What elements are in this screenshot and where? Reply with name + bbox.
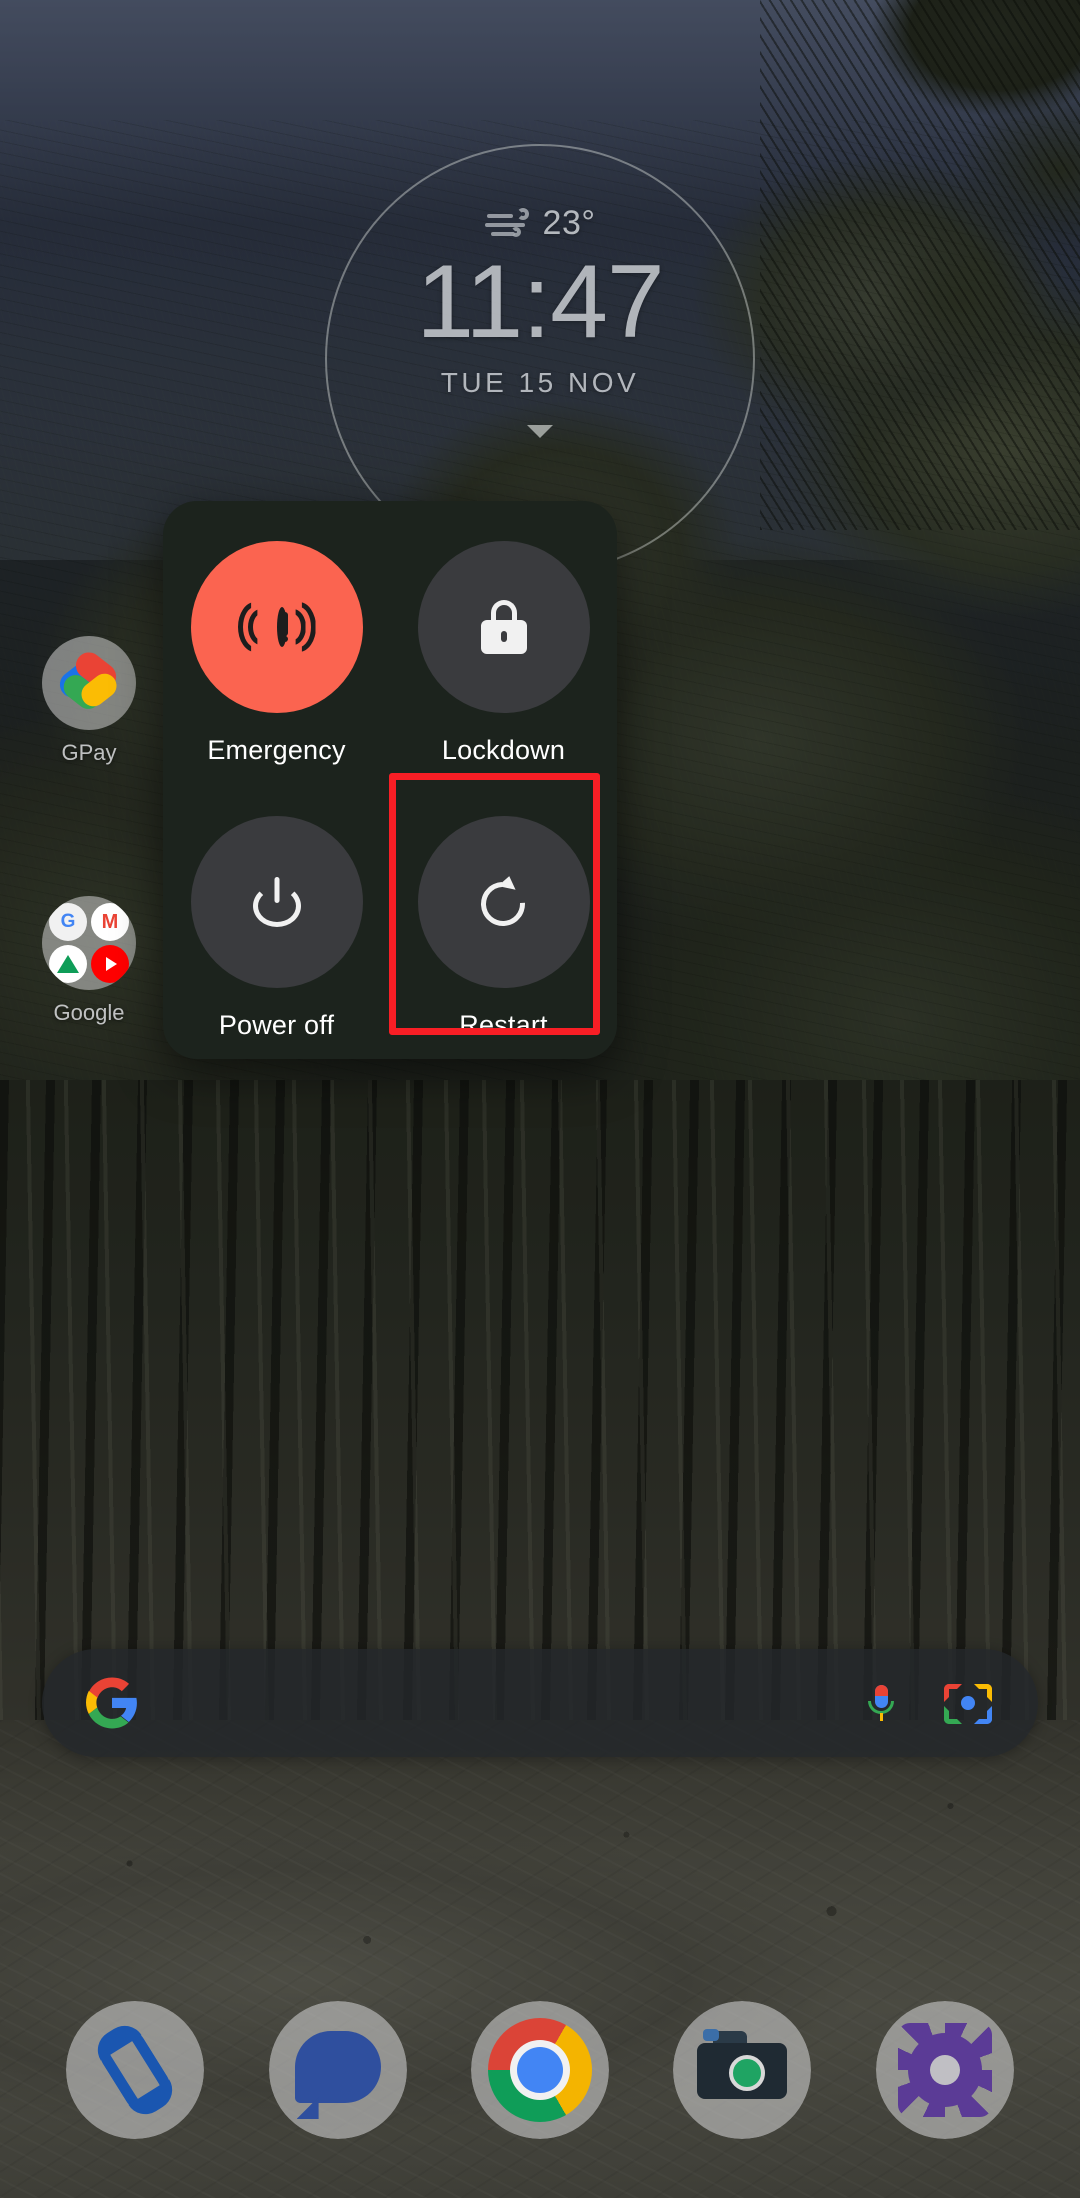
- clock-date: TUE 15 NOV: [440, 367, 640, 399]
- emergency-button[interactable]: [190, 541, 363, 713]
- google-g-icon: [86, 1677, 138, 1729]
- dock-item-phone[interactable]: [66, 2001, 205, 2139]
- search-input[interactable]: [42, 1649, 1038, 1757]
- home-icon-gpay[interactable]: GPay: [14, 636, 164, 766]
- home-icon-google-folder[interactable]: Google: [14, 896, 164, 1026]
- dock-item-messages[interactable]: [268, 2001, 407, 2139]
- power-menu-option-lockdown[interactable]: Lockdown: [390, 541, 617, 784]
- gmail-icon: [91, 903, 129, 941]
- lockdown-button[interactable]: [417, 541, 590, 713]
- dock-item-camera[interactable]: [673, 2001, 812, 2139]
- restart-button[interactable]: [417, 816, 590, 988]
- lock-icon: [480, 600, 527, 654]
- power-menu-option-restart[interactable]: Restart: [390, 816, 617, 1059]
- microphone-icon[interactable]: [866, 1679, 896, 1727]
- power-menu-option-label: Lockdown: [441, 735, 566, 765]
- dock-item-settings[interactable]: [875, 2001, 1014, 2139]
- weather-row[interactable]: 23°: [0, 130, 1080, 243]
- google-lens-icon[interactable]: [942, 1680, 994, 1726]
- power-menu-option-emergency[interactable]: Emergency: [163, 541, 390, 784]
- dock: [0, 1985, 1080, 2155]
- gpay-icon: [42, 636, 136, 730]
- dock-item-chrome[interactable]: [470, 2001, 609, 2139]
- home-icon-label: GPay: [61, 740, 117, 765]
- power-menu-option-label: Emergency: [207, 735, 346, 765]
- emergency-broadcast-icon: [237, 601, 316, 653]
- home-icon-label: Google: [53, 1000, 125, 1025]
- google-search-icon: [49, 903, 87, 941]
- power-menu-option-power-off[interactable]: Power off: [163, 816, 390, 1059]
- power-off-button[interactable]: [190, 816, 363, 988]
- power-menu-option-label: Power off: [218, 1010, 335, 1040]
- drive-icon: [49, 945, 87, 983]
- power-menu-option-label: Restart: [459, 1010, 548, 1040]
- folder-icon: [42, 896, 136, 990]
- restart-icon: [471, 872, 534, 936]
- power-menu-dialog: Emergency Lockdown Power off Restart: [163, 501, 617, 1059]
- chrome-icon: [487, 2018, 592, 2122]
- message-bubble-icon: [294, 2031, 381, 2103]
- temperature-text: 23°: [542, 204, 596, 242]
- gear-icon: [907, 2033, 982, 2107]
- clock-time: 11:47: [416, 244, 665, 360]
- windy-icon: [484, 207, 531, 240]
- caret-down-icon[interactable]: [527, 425, 553, 439]
- youtube-icon: [91, 945, 129, 983]
- clock-widget[interactable]: 23° 11:47 TUE 15 NOV: [0, 130, 1080, 574]
- power-icon: [252, 877, 301, 927]
